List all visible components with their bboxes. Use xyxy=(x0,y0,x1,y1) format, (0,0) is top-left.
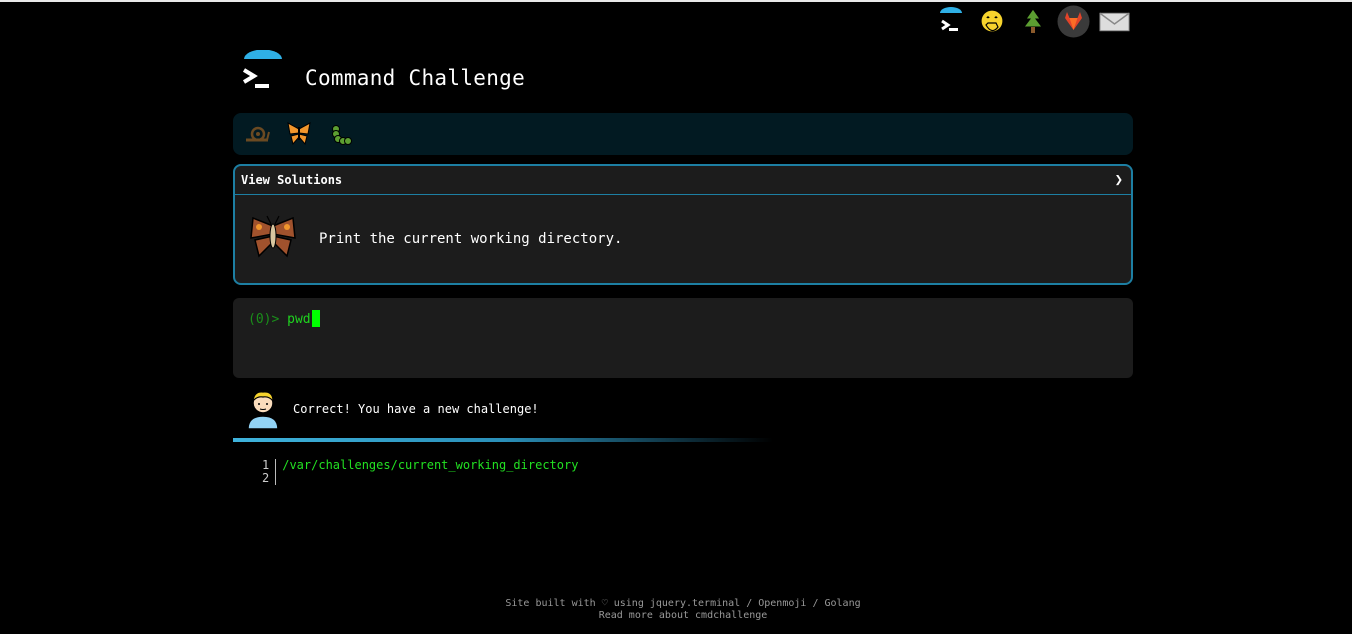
butterfly-icon[interactable] xyxy=(283,118,315,150)
footer-prefix: Site built with ♡ using xyxy=(505,598,650,609)
footer: Site built with ♡ using jquery.terminal … xyxy=(0,598,1352,622)
footer-credits: Site built with ♡ using jquery.terminal … xyxy=(0,598,1352,610)
golang-link[interactable]: Golang xyxy=(824,598,860,609)
read-more-link[interactable]: Read more about cmdchallenge xyxy=(599,610,768,621)
line-numbers: 1 2 xyxy=(262,459,277,485)
challenge-description: Print the current working directory. xyxy=(319,231,623,247)
page-title: Command Challenge xyxy=(305,66,526,90)
envelope-icon[interactable] xyxy=(1098,5,1131,38)
terminal-input[interactable]: (0)> pwd xyxy=(233,298,1133,378)
result-text: Correct! You have a new challenge! xyxy=(293,402,539,416)
chevron-right-icon: ❯ xyxy=(1114,172,1123,188)
jquery-terminal-link[interactable]: jquery.terminal xyxy=(650,598,740,609)
footer-separator: / xyxy=(740,598,759,609)
terminal-logo-icon xyxy=(242,50,282,88)
result-message: Correct! You have a new challenge! xyxy=(245,388,539,430)
output-line: /var/challenges/current_working_director… xyxy=(282,458,579,472)
evergreen-tree-icon[interactable] xyxy=(1016,5,1049,38)
view-solutions-toggle[interactable]: View Solutions ❯ xyxy=(235,166,1131,195)
terminal-logo-icon[interactable] xyxy=(934,5,967,38)
terminal-prompt: (0)> xyxy=(248,312,288,327)
line-number: 2 xyxy=(262,471,270,485)
terminal-cursor xyxy=(311,310,320,327)
terminal-command: pwd xyxy=(287,312,311,327)
caterpillar-icon[interactable] xyxy=(325,118,357,150)
app-logo xyxy=(238,50,286,94)
top-border xyxy=(0,0,1352,2)
view-solutions-label: View Solutions xyxy=(241,173,343,187)
snail-icon[interactable] xyxy=(241,118,273,150)
output-lines: /var/challenges/current_working_director… xyxy=(276,459,578,485)
face-hand-over-mouth-icon[interactable] xyxy=(975,5,1008,38)
challenge-progress-bar xyxy=(233,113,1133,155)
challenge-body: Print the current working directory. xyxy=(235,195,1131,283)
command-output: 1 2 /var/challenges/current_working_dire… xyxy=(262,459,578,485)
challenge-card: View Solutions ❯ Print the current worki… xyxy=(233,164,1133,285)
footer-separator: / xyxy=(806,598,825,609)
gradient-divider xyxy=(233,438,773,442)
top-nav xyxy=(934,5,1131,38)
openmoji-link[interactable]: Openmoji xyxy=(758,598,806,609)
gitlab-icon[interactable] xyxy=(1057,5,1090,38)
person-avatar-icon xyxy=(247,391,279,430)
moth-icon xyxy=(250,215,296,258)
